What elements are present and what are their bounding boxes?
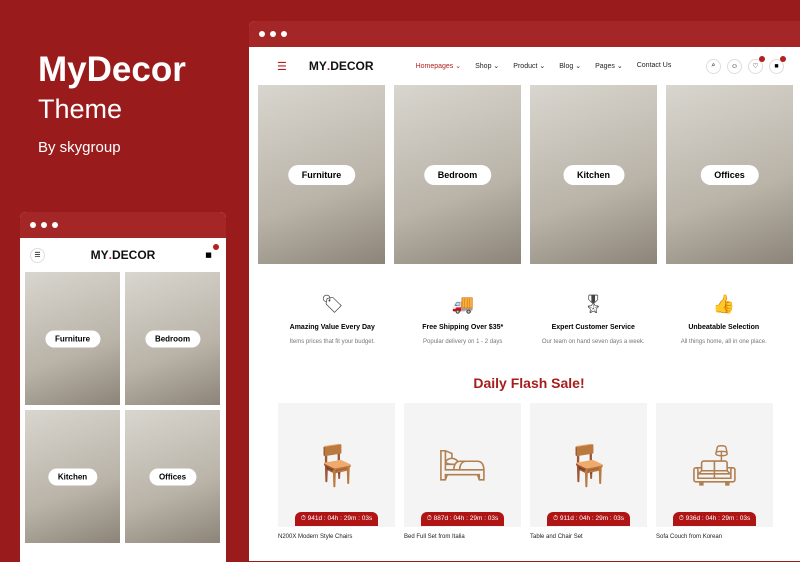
mobile-header: ☰ MY.DECOR ■: [20, 238, 226, 272]
product-card[interactable]: 🪑 ⏱ 941d : 04h : 29m : 03s N200X Modern St…: [278, 403, 395, 540]
brand-title: MyDecor: [38, 50, 186, 89]
category-furniture[interactable]: Furniture: [25, 272, 120, 405]
category-kitchen[interactable]: Kitchen: [25, 410, 120, 543]
feature: 🏷 Amazing Value Every Day Items prices tha…: [267, 294, 398, 345]
flash-sale-title: Daily Flash Sale!: [473, 375, 585, 391]
user-icon[interactable]: ☺: [727, 58, 742, 74]
category-grid: Furniture Bedroom Kitchen Offices: [249, 85, 800, 264]
mobile-category-grid: Furniture Bedroom Kitchen Offices: [20, 272, 226, 543]
search-icon[interactable]: ⌕: [706, 58, 721, 74]
product-image: 🛋: [656, 403, 773, 527]
menu-product[interactable]: Product ⌄: [513, 62, 545, 70]
product-name[interactable]: Table and Chair Set: [530, 534, 647, 540]
feature: 🚚 Free Shipping Over $35* Popular delivery…: [398, 294, 529, 345]
window-bar: [20, 212, 226, 238]
countdown-timer: ⏱ 941d : 04h : 29m : 03s: [294, 512, 379, 526]
site-header: ☰ MY.DECOR Homepages ⌄ Shop ⌄ Product ⌄ …: [249, 47, 800, 85]
product-card[interactable]: 🛏 ⏱ 887d : 04h : 29m : 03s Bed Full Set fr…: [404, 403, 521, 540]
feature: 👍 Unbeatable Selection All things home, al…: [659, 294, 790, 345]
category-offices[interactable]: Offices: [125, 410, 220, 543]
brand-subtitle: Theme: [38, 94, 123, 124]
menu-contact[interactable]: Contact Us: [637, 62, 672, 70]
product-grid: 🪑 ⏱ 941d : 04h : 29m : 03s N200X Modern St…: [278, 403, 800, 540]
menu-pages[interactable]: Pages ⌄: [595, 62, 623, 70]
product-card[interactable]: 🪑 ⏱ 911d : 04h : 29m : 03s Table and Chair…: [530, 403, 647, 540]
product-name[interactable]: Sofa Couch from Korean: [656, 534, 773, 540]
brand: MyDecor Theme By skygroup: [38, 50, 186, 156]
menu-blog[interactable]: Blog ⌄: [559, 62, 581, 70]
countdown-timer: ⏱ 887d : 04h : 29m : 03s: [420, 512, 505, 526]
site-logo[interactable]: MY.DECOR: [91, 248, 156, 262]
brand-author: By skygroup: [38, 139, 121, 156]
hamburger-icon[interactable]: ☰: [30, 247, 45, 263]
hamburger-icon[interactable]: ☰: [277, 60, 287, 73]
menu-homepages[interactable]: Homepages ⌄: [416, 62, 462, 70]
product-name[interactable]: N200X Modern Style Chairs: [278, 534, 395, 540]
product-card[interactable]: 🛋 ⏱ 936d : 04h : 29m : 03s Sofa Couch from…: [656, 403, 773, 540]
mobile-preview: ☰ MY.DECOR ■ Furniture Bedroom Kitchen O…: [20, 212, 226, 562]
product-image: 🪑: [530, 403, 647, 527]
main-menu: Homepages ⌄ Shop ⌄ Product ⌄ Blog ⌄ Page…: [416, 62, 672, 70]
cart-bag-icon[interactable]: ■: [769, 55, 786, 74]
category-bedroom[interactable]: Bedroom: [125, 272, 220, 405]
award-icon: 🎖: [581, 294, 605, 315]
category-kitchen[interactable]: Kitchen: [530, 85, 657, 264]
tag-icon: 🏷: [320, 294, 344, 315]
wishlist-heart-icon[interactable]: ♡: [748, 55, 765, 74]
window-bar: [249, 21, 800, 47]
desktop-preview: ☰ MY.DECOR Homepages ⌄ Shop ⌄ Product ⌄ …: [249, 21, 800, 561]
thumbs-up-icon: 👍: [712, 294, 735, 315]
truck-icon: 🚚: [451, 294, 474, 315]
countdown-timer: ⏱ 911d : 04h : 29m : 03s: [546, 512, 631, 526]
site-logo[interactable]: MY.DECOR: [309, 59, 374, 73]
product-image: 🪑: [278, 403, 395, 527]
category-offices[interactable]: Offices: [666, 85, 793, 264]
category-bedroom[interactable]: Bedroom: [394, 85, 521, 264]
feature: 🎖 Expert Customer Service Our team on hand…: [528, 294, 659, 345]
menu-shop[interactable]: Shop ⌄: [475, 62, 499, 70]
countdown-timer: ⏱ 936d : 04h : 29m : 03s: [672, 512, 757, 526]
product-name[interactable]: Bed Full Set from Italia: [404, 534, 521, 540]
product-image: 🛏: [404, 403, 521, 527]
cart-bag-icon[interactable]: ■: [201, 243, 219, 263]
category-furniture[interactable]: Furniture: [258, 85, 385, 264]
features: 🏷 Amazing Value Every Day Items prices tha…: [249, 294, 789, 345]
